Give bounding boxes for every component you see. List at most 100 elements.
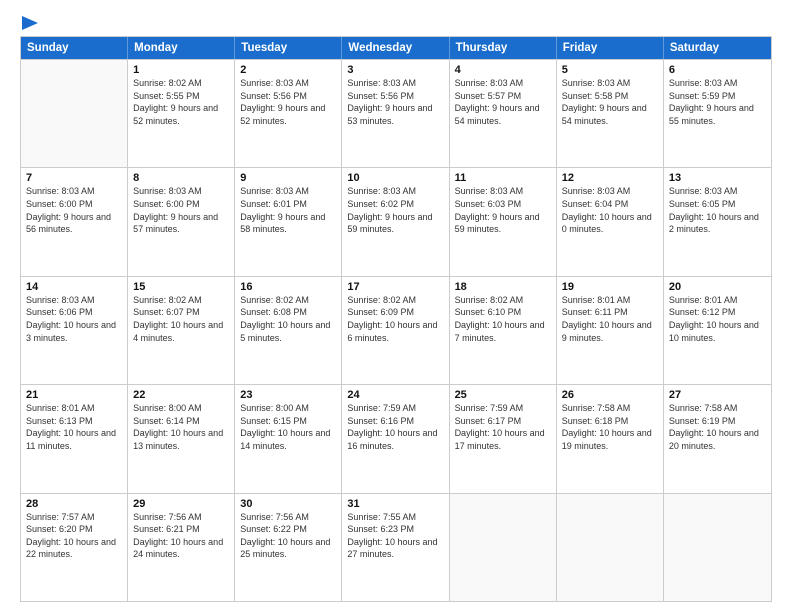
logo [20, 16, 38, 26]
calendar-cell: 11 Sunrise: 8:03 AM Sunset: 6:03 PM Dayl… [450, 168, 557, 275]
day-number: 22 [133, 389, 229, 401]
day-detail: Sunrise: 8:00 AM Sunset: 6:14 PM Dayligh… [133, 402, 229, 452]
day-detail: Sunrise: 7:58 AM Sunset: 6:18 PM Dayligh… [562, 402, 658, 452]
calendar-cell: 30 Sunrise: 7:56 AM Sunset: 6:22 PM Dayl… [235, 494, 342, 601]
day-number: 17 [347, 281, 443, 293]
day-detail: Sunrise: 8:03 AM Sunset: 6:05 PM Dayligh… [669, 185, 766, 235]
day-number: 12 [562, 172, 658, 184]
day-detail: Sunrise: 8:03 AM Sunset: 6:06 PM Dayligh… [26, 294, 122, 344]
day-detail: Sunrise: 8:03 AM Sunset: 6:00 PM Dayligh… [26, 185, 122, 235]
day-detail: Sunrise: 7:56 AM Sunset: 6:21 PM Dayligh… [133, 511, 229, 561]
calendar-cell: 12 Sunrise: 8:03 AM Sunset: 6:04 PM Dayl… [557, 168, 664, 275]
calendar-row: 14 Sunrise: 8:03 AM Sunset: 6:06 PM Dayl… [21, 276, 771, 384]
calendar-row: 7 Sunrise: 8:03 AM Sunset: 6:00 PM Dayli… [21, 167, 771, 275]
day-detail: Sunrise: 8:01 AM Sunset: 6:11 PM Dayligh… [562, 294, 658, 344]
calendar-cell: 16 Sunrise: 8:02 AM Sunset: 6:08 PM Dayl… [235, 277, 342, 384]
calendar-cell: 19 Sunrise: 8:01 AM Sunset: 6:11 PM Dayl… [557, 277, 664, 384]
calendar-row: 21 Sunrise: 8:01 AM Sunset: 6:13 PM Dayl… [21, 384, 771, 492]
calendar-cell: 26 Sunrise: 7:58 AM Sunset: 6:18 PM Dayl… [557, 385, 664, 492]
day-detail: Sunrise: 7:57 AM Sunset: 6:20 PM Dayligh… [26, 511, 122, 561]
calendar-cell [664, 494, 771, 601]
day-detail: Sunrise: 8:03 AM Sunset: 6:02 PM Dayligh… [347, 185, 443, 235]
day-detail: Sunrise: 8:01 AM Sunset: 6:13 PM Dayligh… [26, 402, 122, 452]
day-number: 15 [133, 281, 229, 293]
calendar-cell: 2 Sunrise: 8:03 AM Sunset: 5:56 PM Dayli… [235, 60, 342, 167]
day-number: 28 [26, 498, 122, 510]
day-number: 27 [669, 389, 766, 401]
day-detail: Sunrise: 8:03 AM Sunset: 5:58 PM Dayligh… [562, 77, 658, 127]
day-number: 10 [347, 172, 443, 184]
calendar-cell: 4 Sunrise: 8:03 AM Sunset: 5:57 PM Dayli… [450, 60, 557, 167]
day-detail: Sunrise: 8:03 AM Sunset: 6:00 PM Dayligh… [133, 185, 229, 235]
day-number: 19 [562, 281, 658, 293]
day-number: 16 [240, 281, 336, 293]
day-number: 31 [347, 498, 443, 510]
calendar-row: 1 Sunrise: 8:02 AM Sunset: 5:55 PM Dayli… [21, 59, 771, 167]
day-detail: Sunrise: 8:03 AM Sunset: 6:01 PM Dayligh… [240, 185, 336, 235]
day-detail: Sunrise: 8:02 AM Sunset: 6:10 PM Dayligh… [455, 294, 551, 344]
day-number: 18 [455, 281, 551, 293]
calendar: SundayMondayTuesdayWednesdayThursdayFrid… [20, 36, 772, 602]
calendar-cell: 15 Sunrise: 8:02 AM Sunset: 6:07 PM Dayl… [128, 277, 235, 384]
weekday-header: Tuesday [235, 37, 342, 59]
day-detail: Sunrise: 8:03 AM Sunset: 5:56 PM Dayligh… [347, 77, 443, 127]
calendar-cell: 17 Sunrise: 8:02 AM Sunset: 6:09 PM Dayl… [342, 277, 449, 384]
day-number: 26 [562, 389, 658, 401]
calendar-cell: 18 Sunrise: 8:02 AM Sunset: 6:10 PM Dayl… [450, 277, 557, 384]
calendar-cell: 7 Sunrise: 8:03 AM Sunset: 6:00 PM Dayli… [21, 168, 128, 275]
day-detail: Sunrise: 8:02 AM Sunset: 6:09 PM Dayligh… [347, 294, 443, 344]
day-number: 20 [669, 281, 766, 293]
day-number: 21 [26, 389, 122, 401]
weekday-header: Sunday [21, 37, 128, 59]
weekday-header: Saturday [664, 37, 771, 59]
weekday-header: Friday [557, 37, 664, 59]
day-number: 25 [455, 389, 551, 401]
day-number: 1 [133, 64, 229, 76]
weekday-header: Thursday [450, 37, 557, 59]
day-detail: Sunrise: 8:01 AM Sunset: 6:12 PM Dayligh… [669, 294, 766, 344]
day-detail: Sunrise: 8:03 AM Sunset: 6:04 PM Dayligh… [562, 185, 658, 235]
page: SundayMondayTuesdayWednesdayThursdayFrid… [0, 0, 792, 612]
day-detail: Sunrise: 8:03 AM Sunset: 6:03 PM Dayligh… [455, 185, 551, 235]
day-number: 14 [26, 281, 122, 293]
day-number: 23 [240, 389, 336, 401]
day-detail: Sunrise: 7:56 AM Sunset: 6:22 PM Dayligh… [240, 511, 336, 561]
calendar-cell: 3 Sunrise: 8:03 AM Sunset: 5:56 PM Dayli… [342, 60, 449, 167]
day-number: 3 [347, 64, 443, 76]
weekday-header: Wednesday [342, 37, 449, 59]
day-detail: Sunrise: 7:59 AM Sunset: 6:16 PM Dayligh… [347, 402, 443, 452]
calendar-cell: 8 Sunrise: 8:03 AM Sunset: 6:00 PM Dayli… [128, 168, 235, 275]
day-number: 5 [562, 64, 658, 76]
day-number: 24 [347, 389, 443, 401]
calendar-cell: 21 Sunrise: 8:01 AM Sunset: 6:13 PM Dayl… [21, 385, 128, 492]
calendar-cell: 29 Sunrise: 7:56 AM Sunset: 6:21 PM Dayl… [128, 494, 235, 601]
calendar-cell: 28 Sunrise: 7:57 AM Sunset: 6:20 PM Dayl… [21, 494, 128, 601]
day-detail: Sunrise: 8:02 AM Sunset: 6:08 PM Dayligh… [240, 294, 336, 344]
day-detail: Sunrise: 7:58 AM Sunset: 6:19 PM Dayligh… [669, 402, 766, 452]
calendar-cell: 13 Sunrise: 8:03 AM Sunset: 6:05 PM Dayl… [664, 168, 771, 275]
day-number: 4 [455, 64, 551, 76]
calendar-header: SundayMondayTuesdayWednesdayThursdayFrid… [21, 37, 771, 59]
day-number: 30 [240, 498, 336, 510]
header [20, 16, 772, 26]
day-number: 8 [133, 172, 229, 184]
logo-flag-icon [22, 16, 38, 30]
calendar-cell: 31 Sunrise: 7:55 AM Sunset: 6:23 PM Dayl… [342, 494, 449, 601]
calendar-cell: 20 Sunrise: 8:01 AM Sunset: 6:12 PM Dayl… [664, 277, 771, 384]
day-detail: Sunrise: 8:03 AM Sunset: 5:57 PM Dayligh… [455, 77, 551, 127]
day-number: 6 [669, 64, 766, 76]
calendar-row: 28 Sunrise: 7:57 AM Sunset: 6:20 PM Dayl… [21, 493, 771, 601]
calendar-cell: 9 Sunrise: 8:03 AM Sunset: 6:01 PM Dayli… [235, 168, 342, 275]
calendar-body: 1 Sunrise: 8:02 AM Sunset: 5:55 PM Dayli… [21, 59, 771, 601]
day-number: 9 [240, 172, 336, 184]
day-detail: Sunrise: 8:03 AM Sunset: 5:59 PM Dayligh… [669, 77, 766, 127]
day-detail: Sunrise: 7:55 AM Sunset: 6:23 PM Dayligh… [347, 511, 443, 561]
day-detail: Sunrise: 8:00 AM Sunset: 6:15 PM Dayligh… [240, 402, 336, 452]
day-number: 11 [455, 172, 551, 184]
day-number: 13 [669, 172, 766, 184]
calendar-cell: 25 Sunrise: 7:59 AM Sunset: 6:17 PM Dayl… [450, 385, 557, 492]
day-detail: Sunrise: 7:59 AM Sunset: 6:17 PM Dayligh… [455, 402, 551, 452]
day-detail: Sunrise: 8:02 AM Sunset: 5:55 PM Dayligh… [133, 77, 229, 127]
calendar-cell: 27 Sunrise: 7:58 AM Sunset: 6:19 PM Dayl… [664, 385, 771, 492]
calendar-cell: 24 Sunrise: 7:59 AM Sunset: 6:16 PM Dayl… [342, 385, 449, 492]
